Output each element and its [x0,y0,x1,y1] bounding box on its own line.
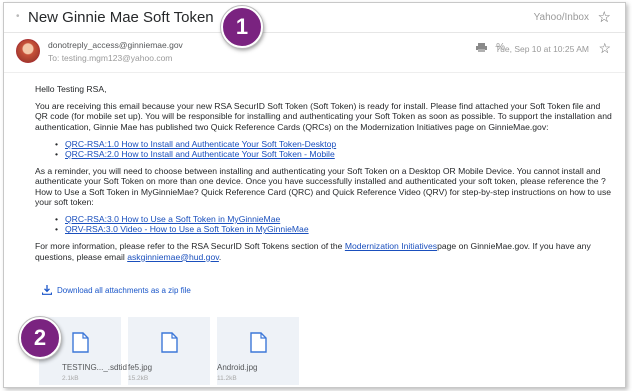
list-item: QRC-RSA:2.0 How to Install and Authentic… [55,149,615,159]
step-badge-1: 1 [221,6,263,48]
download-icon [42,285,52,295]
link-list: QRC-RSA:3.0 How to Use a Soft Token in M… [55,214,615,235]
star-icon[interactable]: ☆ [598,8,611,26]
attachment-size: 15.2kB [128,375,149,382]
bullet-icon: • [16,11,20,22]
qrv-link[interactable]: QRV-RSA:3.0 Video - How to Use a Soft To… [65,224,309,234]
recipient-address: To: testing.mgm123@yahoo.com [48,53,173,63]
attachment-size: 2.1kB [62,375,79,382]
folder-label[interactable]: Yahoo/Inbox [534,12,589,23]
email-subject: New Ginnie Mae Soft Token [28,9,214,26]
paragraph: For more information, please refer to th… [35,241,615,261]
attachment-size: 11.2kB [217,375,237,382]
print-icon[interactable] [476,43,487,52]
qrc-link[interactable]: QRC-RSA:3.0 How to Use a Soft Token in M… [65,214,280,224]
subject-row: • New Ginnie Mae Soft Token Yahoo/Inbox … [4,3,625,33]
email-link[interactable]: askginniemae@hud.gov [127,252,219,262]
text: For more information, please refer to th… [35,241,345,252]
step-badge-2: 2 [19,317,61,359]
attachment-name[interactable]: fe5.jpg [128,363,152,372]
text: . [218,251,222,262]
file-icon [250,332,267,353]
file-icon [72,332,89,353]
list-item: QRV-RSA:3.0 Video - How to Use a Soft To… [55,224,615,234]
greeting: Hello Testing RSA, [35,84,107,94]
list-item: QRC-RSA:3.0 How to Use a Soft Token in M… [55,214,615,224]
sender-address[interactable]: donotreply_access@ginniemae.gov [48,40,183,50]
attachment-name[interactable]: TESTING..._.sdtid [62,363,127,372]
file-icon [161,332,178,353]
qrc-link[interactable]: QRC-RSA:1.0 How to Install and Authentic… [65,139,336,149]
star-icon[interactable]: ☆ [598,40,611,57]
email-body: Hello Testing RSA, You are receiving thi… [35,84,615,269]
modernization-link[interactable]: Modernization Initiatives [345,241,437,251]
email-window: • New Ginnie Mae Soft Token Yahoo/Inbox … [3,2,626,388]
download-all-link[interactable]: Download all attachments as a zip file [42,285,191,295]
download-all-label: Download all attachments as a zip file [57,286,191,295]
avatar [16,39,40,63]
list-item: QRC-RSA:1.0 How to Install and Authentic… [55,139,615,149]
paragraph: As a reminder, you will need to choose b… [35,166,612,207]
qrc-link[interactable]: QRC-RSA:2.0 How to Install and Authentic… [65,149,335,159]
link-list: QRC-RSA:1.0 How to Install and Authentic… [55,139,615,160]
sender-row: donotreply_access@ginniemae.gov To: test… [4,33,625,73]
email-date: Tue, Sep 10 at 10:25 AM [495,44,589,54]
attachment-name[interactable]: Android.jpg [217,363,257,372]
paragraph: You are receiving this email because you… [35,101,612,132]
